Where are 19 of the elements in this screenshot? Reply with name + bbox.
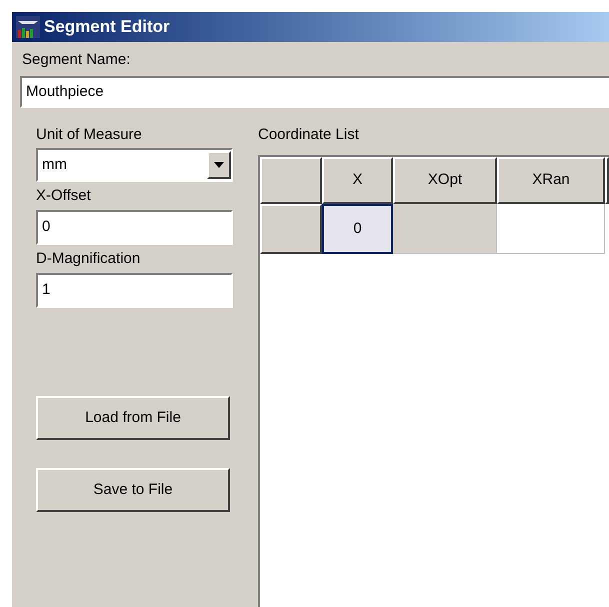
row-header[interactable] xyxy=(260,204,322,254)
d-magnification-field[interactable]: 1 xyxy=(36,273,233,308)
column-header[interactable]: XRan xyxy=(497,157,605,204)
column-header[interactable]: X xyxy=(322,157,393,204)
app-icon xyxy=(16,16,40,38)
window-title: Segment Editor xyxy=(44,16,170,38)
section-label: Coordinate List xyxy=(258,125,360,145)
file-button[interactable]: Save to File xyxy=(36,468,230,512)
field-label: Segment Name: xyxy=(21,51,130,68)
x-offset-field[interactable]: 0 xyxy=(36,210,233,245)
unit-dropdown[interactable]: mm xyxy=(36,148,233,182)
file-button[interactable]: Load from File xyxy=(36,396,230,440)
segment-name-field[interactable]: Mouthpiece xyxy=(20,76,609,108)
table-cell[interactable]: 0 xyxy=(322,204,393,254)
field-label: Unit of Measure xyxy=(36,125,143,145)
field-label: X-Offset xyxy=(36,186,92,206)
column-header[interactable]: XOpt xyxy=(393,157,497,204)
field-label: D-Magnification xyxy=(36,249,142,269)
table-cell[interactable] xyxy=(497,204,605,254)
